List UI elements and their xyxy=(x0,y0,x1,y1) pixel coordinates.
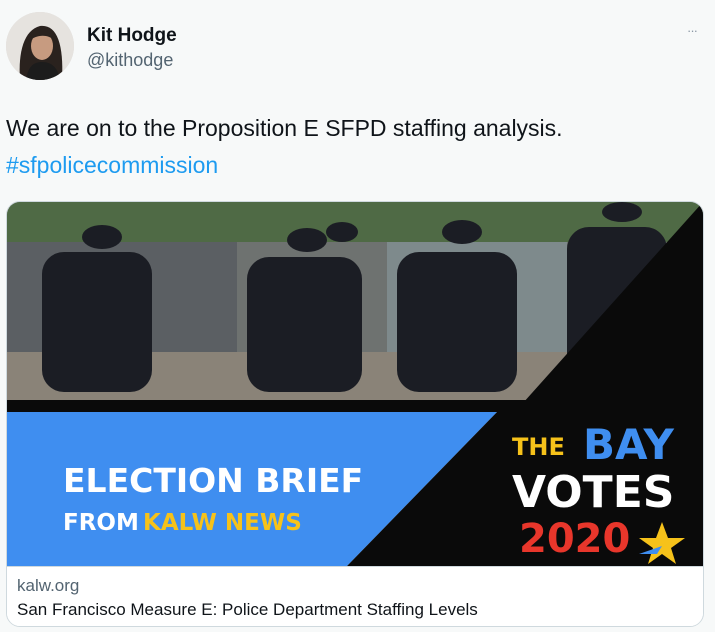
from-text: FROM xyxy=(63,510,139,536)
card-domain: kalw.org xyxy=(17,576,80,595)
tweet[interactable]: Kit Hodge @kithodge ··· We are on to the… xyxy=(0,0,715,632)
link-card[interactable]: ELECTION BRIEF FROM KALW NEWS THE BAY VO… xyxy=(6,201,704,627)
avatar[interactable] xyxy=(6,12,74,80)
kalw-news-text: KALW NEWS xyxy=(143,510,302,536)
card-image[interactable]: ELECTION BRIEF FROM KALW NEWS THE BAY VO… xyxy=(7,202,703,566)
bay-text: BAY xyxy=(583,420,674,469)
author-name[interactable]: Kit Hodge xyxy=(87,25,177,47)
the-text: THE xyxy=(512,433,565,461)
more-options-icon[interactable]: ··· xyxy=(687,24,703,37)
election-brief-text: ELECTION BRIEF xyxy=(63,461,363,500)
banner-top-strip xyxy=(7,400,703,412)
card-meta[interactable]: kalw.org San Francisco Measure E: Police… xyxy=(7,566,703,626)
card-title[interactable]: San Francisco Measure E: Police Departme… xyxy=(17,600,478,620)
author-handle[interactable]: @kithodge xyxy=(87,50,173,71)
votes-text: VOTES xyxy=(512,467,674,518)
hashtag-link[interactable]: #sfpolicecommission xyxy=(6,152,218,179)
year-text: 2020 xyxy=(519,516,630,562)
tweet-text: We are on to the Proposition E SFPD staf… xyxy=(6,115,563,141)
avatar-photo xyxy=(6,12,74,80)
